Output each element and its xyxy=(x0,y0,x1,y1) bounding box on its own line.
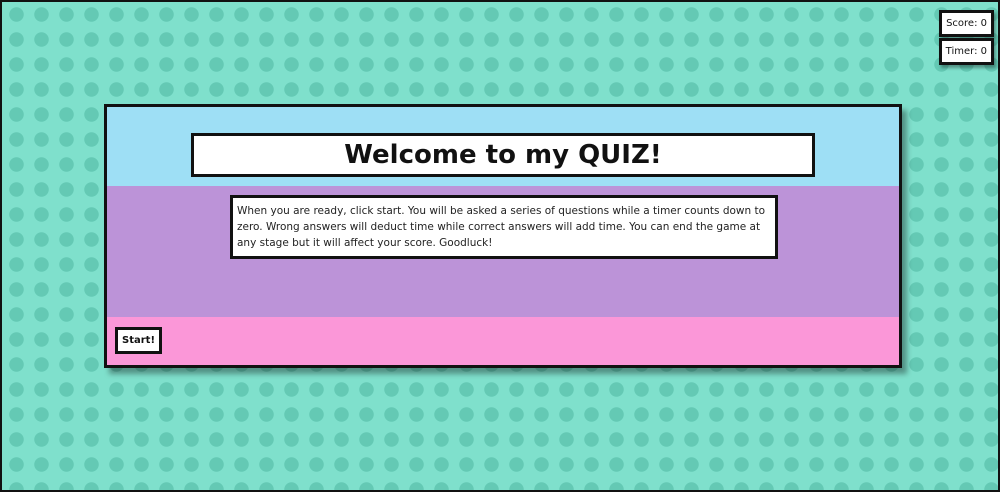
page-title: Welcome to my QUIZ! xyxy=(344,140,662,170)
quiz-footer: Start! xyxy=(107,317,899,365)
title-box: Welcome to my QUIZ! xyxy=(191,133,815,177)
timer-display: Timer: 0 xyxy=(938,38,994,65)
quiz-card: Welcome to my QUIZ! When you are ready, … xyxy=(104,104,902,368)
score-display: Score: 0 xyxy=(939,10,994,37)
start-button[interactable]: Start! xyxy=(115,327,163,354)
intro-text: When you are ready, click start. You wil… xyxy=(230,195,778,259)
quiz-body: When you are ready, click start. You wil… xyxy=(107,186,899,317)
quiz-header: Welcome to my QUIZ! xyxy=(107,107,899,186)
